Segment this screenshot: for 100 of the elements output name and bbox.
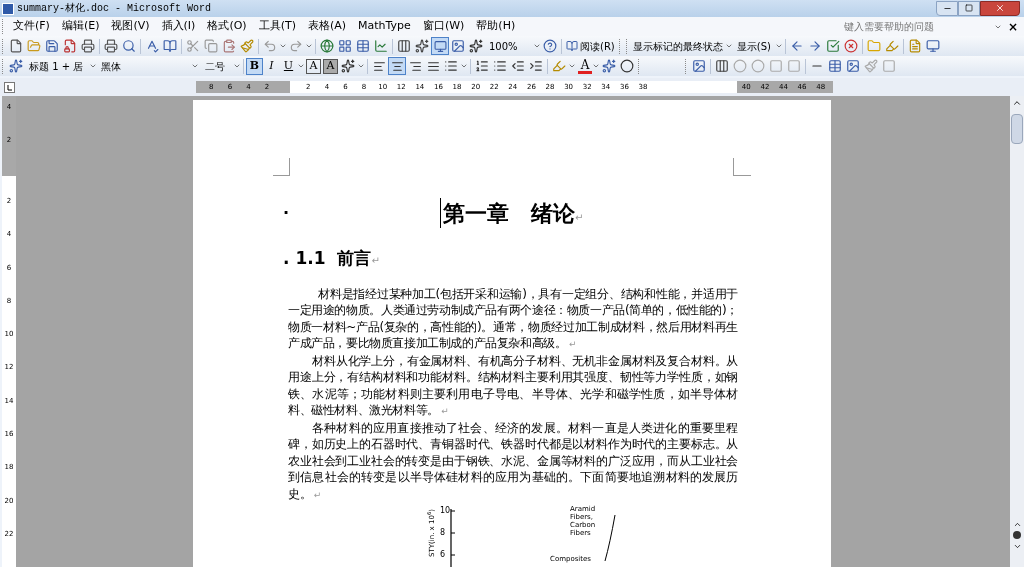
text-cursor (440, 198, 442, 228)
markup-view-dropdown[interactable]: 显示标记的最终状态 (630, 38, 725, 54)
show-button[interactable]: 显示(S) (732, 38, 775, 54)
paste-icon[interactable] (222, 39, 236, 53)
help-search-field[interactable]: 键入需要帮助的问题 (843, 19, 994, 34)
undo-caret-icon[interactable] (279, 42, 287, 50)
font-style-button[interactable]: U (280, 57, 297, 75)
list-marker: . (283, 247, 290, 270)
font-style-button[interactable]: I (263, 57, 280, 75)
close-icon (995, 3, 1005, 13)
previous-change-icon[interactable] (789, 39, 804, 53)
font-style-button[interactable]: B (246, 57, 263, 75)
print-icon[interactable] (104, 39, 118, 53)
corner-mark (273, 158, 290, 176)
highlight-icon[interactable] (552, 59, 566, 73)
numbering-icon[interactable] (475, 59, 489, 73)
highlight-caret-icon[interactable] (568, 62, 576, 70)
format-painter-icon[interactable] (240, 39, 254, 53)
menu-item[interactable]: MathType (352, 18, 417, 35)
help-icon[interactable] (543, 39, 557, 53)
scaling-caret-icon[interactable] (357, 62, 365, 70)
character-format-button[interactable]: A (323, 58, 338, 74)
chart-axis (450, 509, 456, 567)
menu-item[interactable]: 编辑(E) (55, 18, 106, 35)
read-button[interactable]: 阅读(R) (564, 38, 617, 54)
curve-line (604, 515, 616, 561)
tab-selector-icon[interactable] (4, 81, 15, 93)
style-dropdown[interactable]: 标题 1 + 居 (29, 58, 89, 74)
menu-item[interactable]: 帮助(H) (470, 18, 522, 35)
spelling-icon[interactable] (145, 39, 159, 53)
zoom-caret-icon[interactable] (533, 42, 541, 50)
next-change-icon[interactable] (807, 39, 822, 53)
window-title: summary-材化.doc - Microsoft Word (17, 1, 212, 16)
menu-item[interactable]: 格式(O) (201, 18, 253, 35)
close-document-button[interactable]: × (1007, 17, 1018, 36)
font-size-dropdown[interactable]: 二号 (205, 58, 233, 74)
columns-icon[interactable] (397, 39, 411, 53)
tick-label: 6 (440, 549, 446, 561)
hyperlink-icon[interactable] (320, 39, 334, 53)
size-caret-icon[interactable] (233, 62, 241, 70)
review-icon[interactable] (907, 39, 922, 53)
tick-label: 10 (440, 505, 451, 517)
underline-caret-icon[interactable] (297, 62, 305, 70)
monitor-icon (433, 39, 447, 53)
highlight-icon[interactable] (884, 39, 899, 53)
undo-icon[interactable] (263, 39, 277, 53)
body-paragraph: 材料是指经过某种加工(包括开采和运输)，具有一定组分、结构和性能，并适用于一定用途的物质。人类通过劳动制成产品有两个途径：物质一产品(简单的，低性能的)；物质一材料~产品(复杂的，高性能的)。通常，物质经过加工制成材料，然后用材料再生产成产品，要比物质直接加工制成的产品复杂和高级。 ↵ (288, 285, 738, 352)
save-icon[interactable] (45, 39, 59, 53)
corner-mark (733, 158, 751, 176)
new-document-icon[interactable] (9, 39, 23, 53)
chapter-heading: 第一章 绪论 (443, 199, 576, 228)
alignment-lines-icon (408, 59, 422, 73)
menu-item[interactable]: 视图(V) (105, 18, 156, 35)
alignment-lines-icon (372, 59, 386, 73)
copy-icon[interactable] (204, 39, 218, 53)
style-caret-icon[interactable] (89, 62, 97, 70)
accept-change-icon[interactable] (825, 39, 840, 53)
close-button[interactable] (980, 0, 1020, 16)
maximize-button[interactable] (958, 0, 980, 16)
document-map-button[interactable] (431, 37, 449, 55)
decrease-indent-icon[interactable] (511, 59, 525, 73)
alignment-lines-icon (390, 59, 404, 73)
show-caret-icon[interactable] (774, 42, 783, 50)
body-paragraph: 各种材料的应用直接推动了社会、经济的发展。材料一直是人类进化的重要里程碑，如历史上的石器时代、青铜器时代、铁器时代都是以材料作为时代的主要标志。从农业社会到工业社会的转变是由于钢铁、水泥、金属等材料的广泛应用，而从工业社会到信息社会的转变是以半导体硅材料的应用为基础的。下面简要地追溯材料的发展历史。 ↵ (288, 419, 738, 503)
font-caret-icon[interactable] (191, 62, 199, 70)
body-paragraph: 材料从化学上分，有金属材料、有机高分子材料、无机非金属材料及复合材料。从用途上分，有结构材料和功能材料。结构材料主要利用其强度、韧性等力学性质，如钢铁、水泥等；功能材料则主要利用电子导电、半导体、光学和磁学性质，如半导体材料、磁性材料、激光材料等。 ↵ (288, 352, 738, 419)
picture-icon[interactable] (692, 59, 706, 73)
cut-icon[interactable] (186, 39, 200, 53)
browse-object-icon[interactable] (1013, 531, 1021, 539)
alignment-lines-icon (426, 59, 440, 73)
redo-icon[interactable] (289, 39, 303, 53)
menu-item[interactable]: 插入(I) (155, 18, 202, 35)
menu-item[interactable]: 表格(A) (301, 18, 353, 35)
zoom-field[interactable]: 100% (489, 38, 533, 54)
menu-item[interactable]: 窗口(W) (416, 18, 471, 35)
tick-label: 8 (440, 527, 446, 539)
markup-caret-icon[interactable] (724, 42, 733, 50)
redo-caret-icon[interactable] (305, 42, 313, 50)
book-icon (566, 40, 578, 52)
character-format-button[interactable]: A (306, 58, 321, 74)
spacing-caret-icon[interactable] (460, 62, 468, 70)
reject-change-icon[interactable] (843, 39, 858, 53)
insert-table-icon[interactable] (356, 39, 370, 53)
research-icon[interactable] (163, 39, 177, 53)
maximize-icon (965, 4, 973, 12)
menu-item[interactable]: 文件(F) (7, 18, 56, 35)
scroll-thumb[interactable] (1011, 114, 1023, 144)
font-dropdown[interactable]: 黑体 (101, 58, 191, 74)
list-marker: · (283, 202, 290, 224)
print-preview-icon[interactable] (122, 39, 136, 53)
bullets-icon[interactable] (493, 59, 507, 73)
increase-indent-icon[interactable] (529, 59, 543, 73)
font-color-button[interactable]: A (578, 58, 592, 74)
menu-item[interactable]: 工具(T) (252, 18, 302, 35)
font-color-caret-icon[interactable] (592, 62, 600, 70)
word-icon (2, 2, 14, 15)
section-heading: 1.1 前言↵ (295, 247, 380, 270)
printer-icon[interactable] (81, 39, 95, 53)
vertical-scrollbar[interactable] (1010, 96, 1024, 567)
paragraph-mark: ↵ (575, 211, 584, 223)
